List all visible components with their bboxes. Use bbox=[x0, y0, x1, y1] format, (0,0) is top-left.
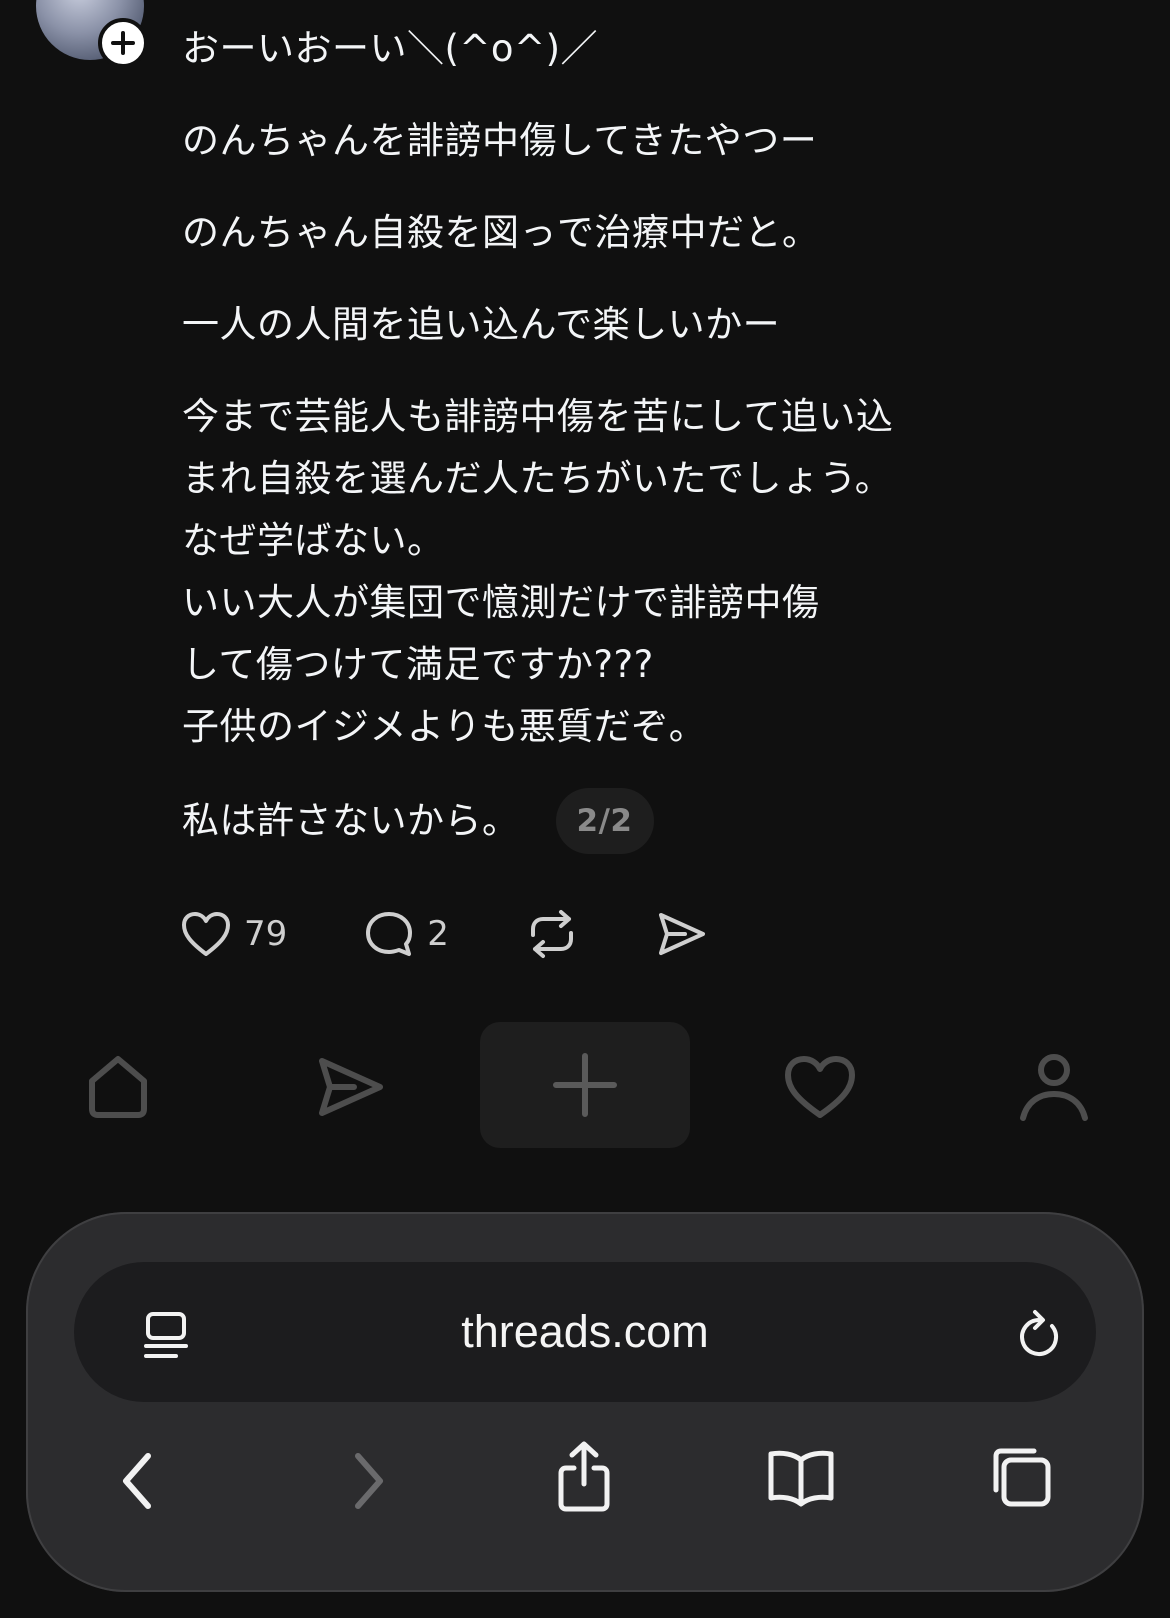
post-paragraph: のんちゃん自殺を図っで治療中だと。 bbox=[182, 211, 820, 254]
back-button[interactable] bbox=[118, 1450, 158, 1516]
back-icon bbox=[123, 1453, 151, 1509]
tabs-button[interactable] bbox=[988, 1444, 1054, 1514]
post-paragraph: のんちゃんを誹謗中傷してきたやつー bbox=[182, 119, 818, 162]
post-paragraph: 一人の人間を追い込んで楽しいかー bbox=[182, 303, 781, 346]
tab-activity[interactable] bbox=[780, 1022, 860, 1152]
repost-icon bbox=[530, 910, 573, 958]
heart-icon bbox=[785, 1056, 855, 1118]
url-text[interactable]: threads.com bbox=[74, 1262, 1096, 1402]
reply-count: 2 bbox=[427, 914, 449, 954]
address-bar[interactable]: threads.com bbox=[74, 1262, 1096, 1402]
bookmarks-button[interactable] bbox=[766, 1448, 836, 1512]
post-body: おーいおーい＼(^o^)／ のんちゃんを誹謗中傷してきたやつー のんちゃん自殺を… bbox=[182, 18, 1082, 854]
tab-profile[interactable] bbox=[1014, 1022, 1094, 1152]
forward-icon bbox=[355, 1453, 383, 1509]
heart-icon bbox=[182, 912, 230, 956]
browser-nav-row bbox=[26, 1432, 1144, 1552]
reload-icon[interactable] bbox=[1014, 1308, 1064, 1366]
page-indicator[interactable]: 2/2 bbox=[555, 788, 654, 854]
tabs-icon bbox=[993, 1448, 1051, 1507]
reply-button[interactable]: 2 bbox=[363, 909, 449, 959]
share-page-button[interactable] bbox=[554, 1440, 614, 1516]
post-last-line: 私は許さないから。 2/2 bbox=[182, 788, 1082, 854]
post-paragraph: 今まで芸能人も誹謗中傷を苦にして追い込 まれ自殺を選んだ人たちがいたでしょう。 … bbox=[182, 395, 894, 748]
tab-send[interactable] bbox=[310, 1022, 390, 1152]
share-icon bbox=[558, 1441, 610, 1512]
home-icon bbox=[89, 1056, 147, 1118]
profile-icon bbox=[1020, 1054, 1088, 1121]
post-paragraph: 私は許さないから。 bbox=[182, 799, 520, 842]
like-count: 79 bbox=[244, 914, 288, 954]
plus-icon bbox=[553, 1053, 617, 1117]
tab-compose[interactable] bbox=[480, 1022, 690, 1148]
like-button[interactable]: 79 bbox=[180, 910, 287, 958]
comment-bubble-icon bbox=[366, 912, 413, 956]
tab-home[interactable] bbox=[78, 1022, 158, 1152]
post-paragraph: おーいおーい＼(^o^)／ bbox=[182, 27, 599, 70]
follow-plus-icon[interactable] bbox=[98, 18, 148, 68]
send-icon bbox=[658, 913, 705, 955]
share-button[interactable] bbox=[655, 909, 709, 959]
repost-button[interactable] bbox=[525, 909, 579, 959]
forward-button[interactable] bbox=[348, 1450, 388, 1516]
bookmarks-icon bbox=[768, 1450, 834, 1507]
bottom-tab-bar bbox=[0, 1022, 1170, 1152]
browser-toolbar: threads.com bbox=[26, 1212, 1144, 1592]
send-icon bbox=[319, 1058, 383, 1116]
post-actions: 79 2 bbox=[180, 904, 709, 964]
